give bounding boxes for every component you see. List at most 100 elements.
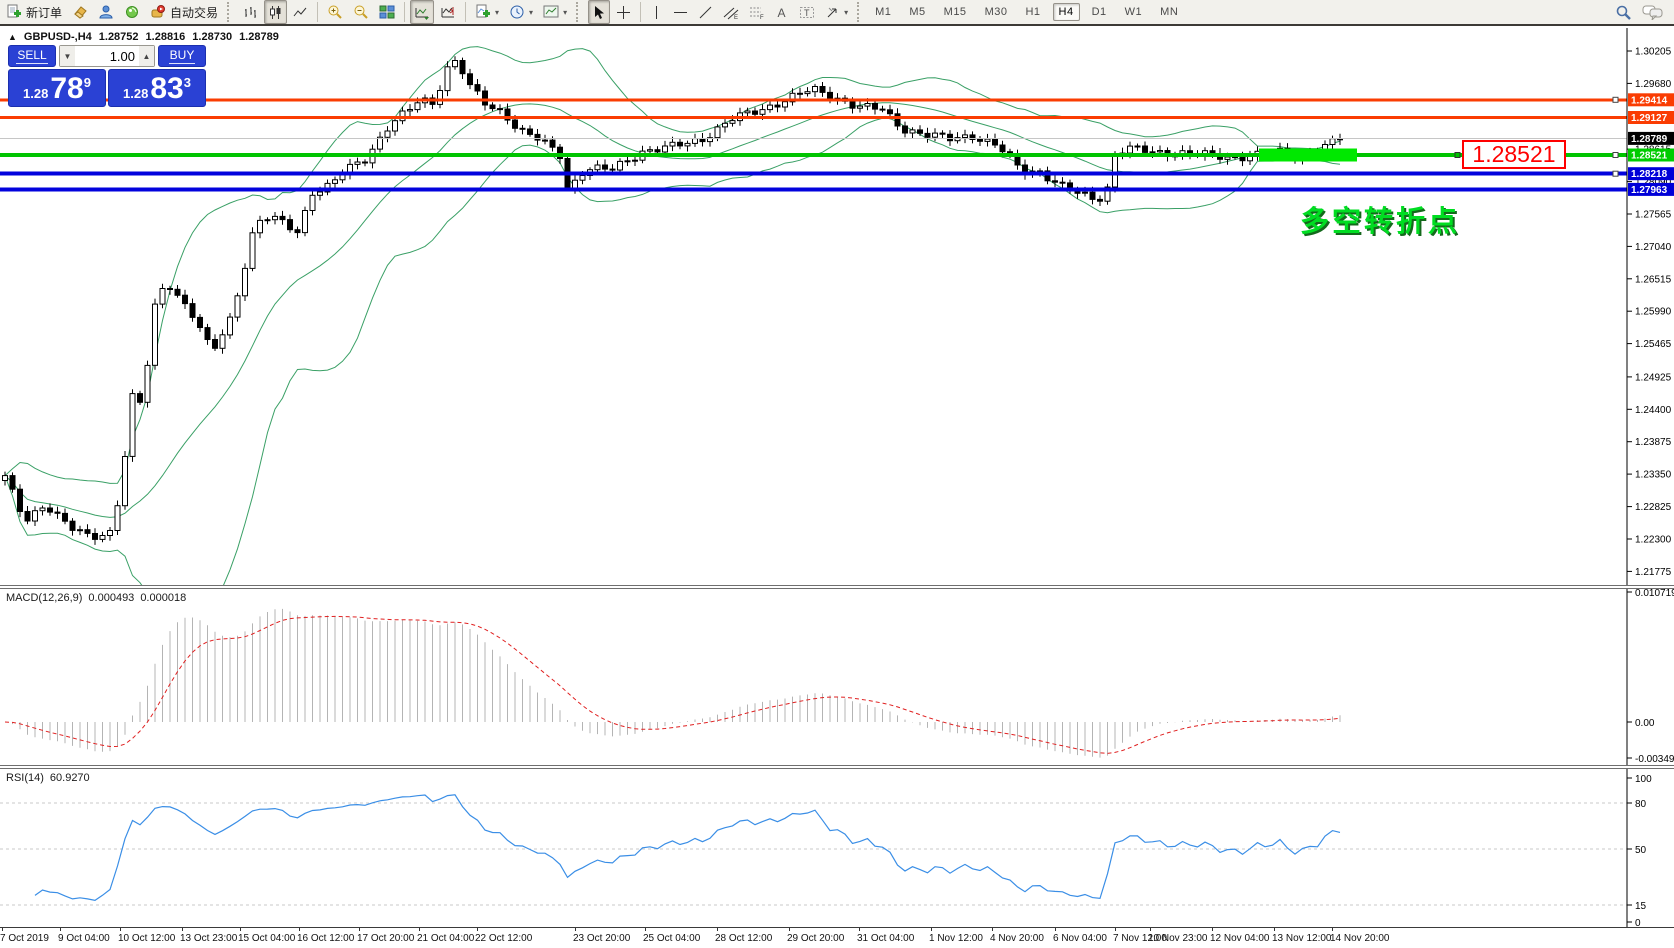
sell-price-display[interactable]: 1.28 78 9 [8, 69, 106, 107]
new-order-icon [6, 4, 22, 20]
shapes-tool-button[interactable]: ▾ [821, 0, 852, 24]
signal-icon [124, 4, 140, 20]
price-axis-tick-label: 1.24925 [1635, 372, 1672, 383]
time-axis-tick [1274, 928, 1275, 931]
price-chart-canvas[interactable]: 1.302051.296801.286151.280901.275651.270… [0, 28, 1674, 585]
time-axis[interactable]: 7 Oct 20199 Oct 04:0010 Oct 12:0013 Oct … [0, 927, 1674, 948]
time-axis-label: 12 Nov 04:00 [1210, 933, 1270, 944]
candle [993, 134, 998, 148]
candle [280, 211, 285, 225]
indicators-button[interactable]: ▾ [471, 0, 503, 24]
text-label-icon: T [799, 5, 815, 20]
time-axis-tick [575, 928, 576, 931]
time-axis-tick [931, 928, 932, 931]
price-axis-tick-label: 1.23875 [1635, 437, 1672, 448]
candle [685, 141, 690, 152]
main-chart-panel[interactable]: 1.302051.296801.286151.280901.275651.270… [0, 28, 1674, 585]
macd-canvas[interactable]: 0.0107190.00-0.003492 [0, 589, 1674, 765]
time-axis-tick [1055, 928, 1056, 931]
periods-button[interactable]: ▾ [505, 0, 537, 24]
text-label-tool-button[interactable]: T [795, 0, 819, 24]
time-axis-label: 29 Oct 20:00 [787, 933, 844, 944]
timeframe-mn[interactable]: MN [1154, 3, 1184, 21]
templates-button[interactable]: ▾ [539, 0, 571, 24]
timeframe-d1[interactable]: D1 [1086, 3, 1113, 21]
candle [498, 104, 503, 114]
new-order-button[interactable]: 新订单 [2, 0, 66, 24]
candlestick-mode-button[interactable] [264, 0, 287, 24]
zoom-in-button[interactable] [323, 0, 347, 24]
time-axis-label: 1 Nov 12:00 [929, 933, 983, 944]
candle [393, 118, 398, 136]
candle [198, 314, 203, 332]
text-a-icon: A [775, 5, 789, 20]
candle [10, 472, 15, 492]
new-order-label: 新订单 [26, 4, 62, 21]
buy-button[interactable]: BUY [158, 45, 206, 67]
fibonacci-tool-button[interactable]: F [745, 0, 769, 24]
buy-price-display[interactable]: 1.28 83 3 [108, 69, 206, 107]
auto-scroll-button[interactable] [410, 0, 434, 24]
candle [1330, 136, 1335, 150]
volume-increase-button[interactable]: ▲ [139, 46, 154, 66]
horizontal-line-tool-button[interactable] [669, 0, 692, 24]
rsi-panel[interactable]: 1008050150 RSI(14)60.9270 [0, 769, 1674, 927]
candle [528, 125, 533, 137]
time-axis-label: 14 Nov 20:00 [1330, 933, 1390, 944]
candle [490, 102, 495, 111]
candle [955, 132, 960, 143]
dropdown-arrow-icon: ▾ [844, 8, 848, 17]
timeframe-m5[interactable]: M5 [903, 3, 931, 21]
price-annotation-box[interactable]: 1.28521 [1462, 140, 1566, 169]
candle [130, 389, 135, 462]
candle [25, 506, 30, 524]
zoom-out-button[interactable] [349, 0, 373, 24]
trendline-tool-button[interactable] [694, 0, 717, 24]
chart-shift-button[interactable] [436, 0, 460, 24]
cursor-tool-button[interactable] [588, 0, 610, 24]
candle [1060, 177, 1065, 188]
time-axis-tick [645, 928, 646, 931]
signals-button[interactable] [120, 0, 144, 24]
candle [168, 286, 173, 295]
line-handle [1613, 153, 1618, 158]
channel-icon: E [723, 5, 739, 20]
timeframe-m15[interactable]: M15 [938, 3, 973, 21]
flip-point-annotation[interactable]: 多空转折点 [1300, 198, 1460, 240]
eraser-icon [72, 4, 88, 20]
time-axis-tick [120, 928, 121, 931]
timeframe-m30[interactable]: M30 [979, 3, 1014, 21]
candle [453, 56, 458, 69]
equidistant-channel-tool-button[interactable]: E [719, 0, 743, 24]
rsi-axis-tick-label: 100 [1635, 774, 1652, 785]
chat-icon[interactable] [1642, 4, 1664, 20]
line-chart-mode-button[interactable] [289, 0, 312, 24]
search-icon[interactable] [1615, 4, 1632, 21]
timeframe-h1[interactable]: H1 [1019, 3, 1046, 21]
bar-chart-mode-button[interactable] [239, 0, 262, 24]
text-tool-button[interactable]: A [771, 0, 793, 24]
timeframe-h4[interactable]: H4 [1053, 3, 1080, 21]
history-center-button[interactable] [68, 0, 92, 24]
tile-windows-button[interactable] [375, 0, 399, 24]
toolbar-drag-handle [576, 2, 583, 22]
auto-trading-button[interactable]: 自动交易 [146, 0, 222, 24]
time-axis-tick [1115, 928, 1116, 931]
timeframe-m1[interactable]: M1 [869, 3, 897, 21]
volume-input[interactable] [75, 46, 139, 66]
candle [273, 212, 278, 224]
collapse-triangle-icon[interactable]: ▲ [8, 32, 17, 42]
vertical-line-tool-button[interactable] [646, 0, 667, 24]
price-axis-tick-label: 1.25990 [1635, 307, 1672, 318]
profile-button[interactable] [94, 0, 118, 24]
rsi-canvas[interactable]: 1008050150 [0, 769, 1674, 927]
volume-decrease-button[interactable]: ▼ [60, 46, 75, 66]
macd-panel[interactable]: 0.0107190.00-0.003492 MACD(12,26,9)0.000… [0, 589, 1674, 765]
timeframe-w1[interactable]: W1 [1119, 3, 1149, 21]
sell-button[interactable]: SELL [8, 45, 56, 67]
volume-stepper: ▼ ▲ [59, 45, 155, 67]
chart-window: 1.302051.296801.286151.280901.275651.270… [0, 28, 1674, 948]
crosshair-tool-button[interactable] [612, 0, 635, 24]
time-axis-tick [2, 928, 3, 931]
price-tag-label: 1.29127 [1631, 113, 1668, 124]
